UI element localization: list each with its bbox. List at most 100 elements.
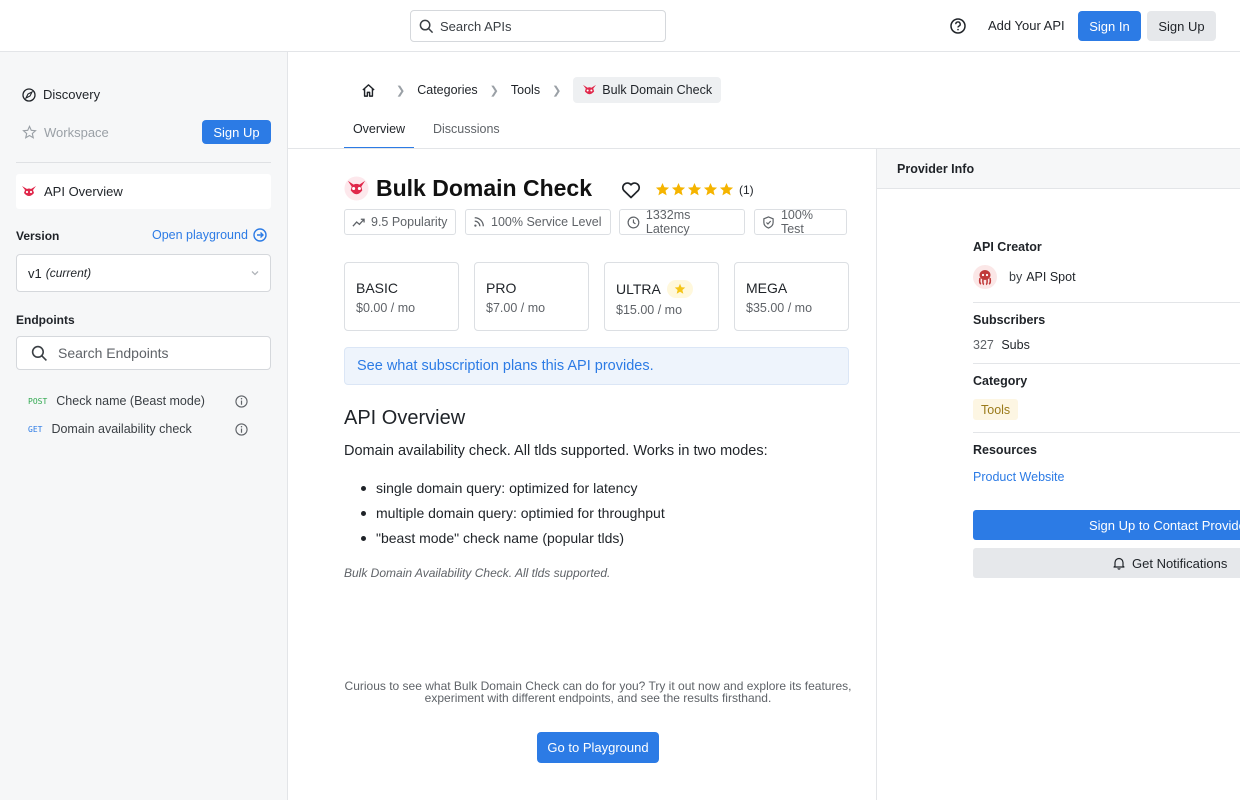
plan-card-mega[interactable]: MEGA $35.00 / mo: [734, 262, 849, 331]
breadcrumb-tools[interactable]: Tools: [511, 83, 540, 97]
popularity-badge: 9.5 Popularity: [344, 209, 456, 235]
breadcrumb-separator: ❯: [552, 84, 562, 97]
plan-price: $0.00 / mo: [356, 301, 416, 315]
sidebar-sign-up-button[interactable]: Sign Up: [202, 120, 271, 144]
search-endpoints-placeholder: Search Endpoints: [58, 345, 169, 361]
subscribers-value: 327 Subs: [973, 338, 1030, 352]
open-playground-link[interactable]: Open playground: [152, 228, 267, 242]
plan-price: $7.00 / mo: [486, 301, 546, 315]
add-your-api-link[interactable]: Add Your API: [988, 18, 1065, 33]
plan-card-basic[interactable]: BASIC $0.00 / mo: [344, 262, 459, 331]
star-icon: [703, 182, 718, 196]
search-icon: [419, 19, 434, 33]
sidebar-item-workspace[interactable]: Workspace: [22, 125, 109, 140]
category-badge[interactable]: Tools: [973, 399, 1019, 420]
api-creator[interactable]: by API Spot: [973, 265, 1076, 289]
signal-icon: [474, 217, 484, 227]
plan-name: ULTRA: [616, 281, 661, 297]
latency-value: 1332ms Latency: [645, 208, 691, 236]
api-title-row: Bulk Domain Check: [344, 175, 592, 202]
creator-by: by: [1009, 270, 1023, 284]
plan-card-ultra[interactable]: ULTRA $15.00 / mo: [604, 262, 719, 331]
star-icon: [687, 182, 702, 196]
subscribers-count: 327: [973, 338, 994, 352]
category-label: Category: [973, 374, 1028, 388]
service-level-value: 100% Service Level: [491, 215, 602, 229]
sign-in-button[interactable]: Sign In: [1078, 11, 1141, 41]
endpoint-item[interactable]: POST Check name (Beast mode): [28, 394, 248, 408]
sidebar: Discovery Workspace Sign Up API Overview…: [0, 52, 288, 800]
recommended-badge: [666, 280, 693, 298]
latency-badge: 1332ms Latency: [619, 208, 745, 236]
sidebar-item-api-overview-label: API Overview: [44, 184, 123, 199]
breadcrumb-separator: ❯: [489, 84, 499, 97]
version-select[interactable]: v1 (current): [16, 254, 271, 292]
endpoint-item[interactable]: GET Domain availability check: [28, 422, 248, 436]
search-icon: [31, 345, 47, 361]
tab-discussions[interactable]: Discussions: [433, 122, 500, 136]
sign-up-button[interactable]: Sign Up: [1147, 11, 1216, 41]
version-label: Version: [16, 229, 60, 243]
info-icon[interactable]: [235, 423, 248, 436]
endpoint-name: Check name (Beast mode): [56, 394, 205, 408]
octopus-icon: [978, 270, 992, 286]
home-icon: [361, 83, 375, 97]
get-notifications-label: Get Notifications: [1132, 555, 1228, 571]
divider: [973, 363, 1240, 364]
creator-name: API Spot: [1026, 270, 1076, 284]
divider: [973, 432, 1240, 433]
info-icon[interactable]: [235, 395, 248, 408]
go-to-playground-button[interactable]: Go to Playground: [537, 732, 659, 763]
divider: [973, 302, 1240, 303]
breadcrumb-home[interactable]: [352, 77, 384, 103]
sidebar-item-discovery[interactable]: Discovery: [22, 87, 100, 102]
test-badge: 100% Test: [754, 208, 847, 236]
service-level-badge: 100% Service Level: [465, 209, 611, 235]
bell-icon: [1113, 557, 1125, 570]
avatar: [973, 265, 997, 289]
list-item: single domain query: optimized for laten…: [361, 480, 665, 505]
overview-note: Bulk Domain Availability Check. All tlds…: [344, 566, 611, 580]
plans-info-link[interactable]: See what subscription plans this API pro…: [344, 347, 849, 385]
api-title: Bulk Domain Check: [376, 175, 592, 201]
plan-name: BASIC: [356, 280, 399, 296]
sidebar-item-api-overview[interactable]: API Overview: [16, 174, 271, 209]
star-icon: [671, 182, 686, 196]
top-bar: Search APIs Add Your API Sign In Sign Up: [0, 0, 1240, 52]
star-icon: [655, 182, 670, 196]
endpoint-method: GET: [28, 424, 43, 434]
compass-icon: [22, 87, 36, 102]
sidebar-divider: [16, 162, 271, 163]
resources-label: Resources: [973, 443, 1037, 457]
open-playground-label: Open playground: [152, 228, 248, 242]
breadcrumb-separator: ❯: [396, 84, 406, 97]
rating-stars: (1): [655, 182, 754, 197]
plan-price: $35.00 / mo: [746, 301, 813, 315]
provider-info-header: Provider Info: [877, 149, 1240, 189]
api-creator-label: API Creator: [973, 240, 1042, 254]
subscribers-label: Subscribers: [973, 313, 1046, 327]
search-endpoints-input[interactable]: Search Endpoints: [16, 336, 271, 370]
tab-overview[interactable]: Overview: [344, 122, 414, 149]
features-list: single domain query: optimized for laten…: [361, 480, 665, 555]
version-value: v1: [28, 265, 42, 281]
clock-icon: [627, 216, 640, 228]
contact-provider-button[interactable]: Sign Up to Contact Provider: [973, 510, 1240, 540]
popularity-value: 9.5 Popularity: [371, 215, 448, 229]
help-icon[interactable]: [949, 17, 967, 35]
get-notifications-button[interactable]: Get Notifications: [973, 548, 1240, 578]
plan-price: $15.00 / mo: [616, 303, 683, 317]
test-value: 100% Test: [780, 208, 813, 236]
breadcrumb-current: Bulk Domain Check: [573, 77, 722, 103]
subscribers-unit: Subs: [1001, 338, 1030, 352]
breadcrumb-categories[interactable]: Categories: [417, 83, 477, 97]
api-logo-icon: [22, 185, 36, 196]
star-icon: [674, 283, 686, 294]
plan-name-row: ULTRA: [616, 280, 718, 298]
search-apis-input[interactable]: Search APIs: [410, 10, 666, 42]
product-website-link[interactable]: Product Website: [973, 470, 1064, 484]
plan-card-pro[interactable]: PRO $7.00 / mo: [474, 262, 589, 331]
endpoint-name: Domain availability check: [51, 422, 192, 436]
api-logo-icon: [583, 84, 597, 94]
heart-icon[interactable]: [621, 181, 641, 199]
